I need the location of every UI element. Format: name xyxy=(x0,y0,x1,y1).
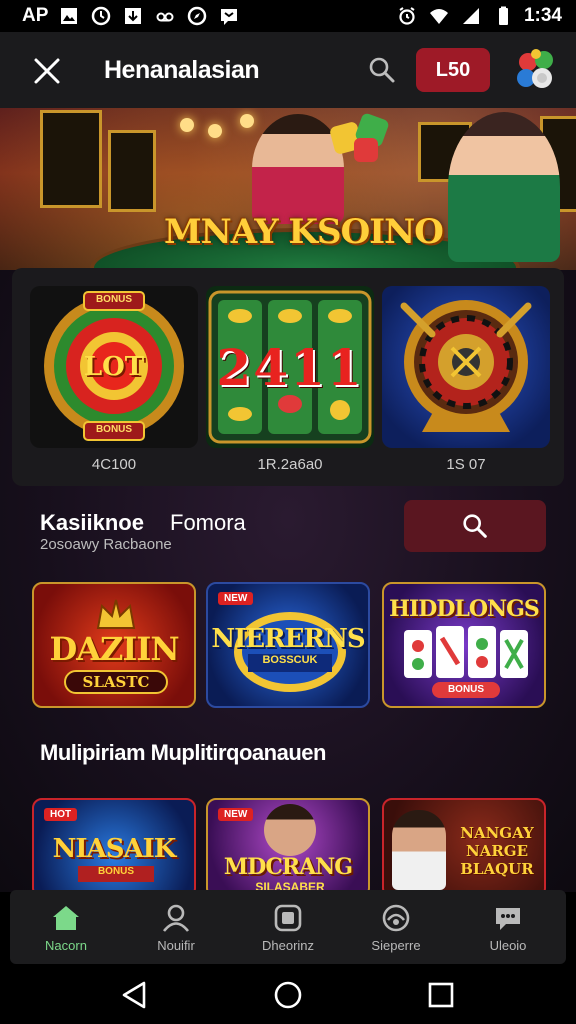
home-icon xyxy=(53,906,79,930)
roulette-wheel-icon xyxy=(400,300,532,432)
tile-title: DAZIIN xyxy=(49,630,179,668)
crown-icon xyxy=(96,599,136,629)
nav-label: Nacorn xyxy=(45,938,87,953)
tile-subtitle: SLASTC xyxy=(64,670,168,694)
recents-icon[interactable] xyxy=(426,980,456,1010)
home-circle-icon[interactable] xyxy=(273,980,303,1010)
hostess-figure xyxy=(448,112,560,262)
download-icon xyxy=(122,6,144,26)
ceiling-light xyxy=(180,118,194,132)
nav-label: Nouifir xyxy=(157,938,195,953)
tile-subtitle: BONUS xyxy=(432,682,500,698)
game-tile[interactable]: DAZIIN SLASTC xyxy=(32,582,196,708)
status-carrier: AP xyxy=(22,5,49,26)
section-title-right: Fomora xyxy=(170,510,246,535)
search-icon xyxy=(369,57,395,83)
app-header: Henanalasian L50 xyxy=(0,32,576,108)
featured-game-slots[interactable]: 2411 xyxy=(206,286,374,448)
nav-label: Dheorinz xyxy=(261,938,315,953)
featured-wheel-text: LOT xyxy=(83,352,145,382)
game-tile[interactable]: NANGAY NARGE BLAQUR xyxy=(382,798,546,898)
game-tile[interactable]: NEW MDCRANG SILASABER xyxy=(206,798,370,898)
nav-label: Sieperre xyxy=(371,938,421,953)
nav-item-games[interactable]: Dheorinz xyxy=(238,890,338,964)
status-bar: AP 1:34 xyxy=(0,0,576,32)
tile-badge: NEW xyxy=(218,592,254,605)
battery-icon xyxy=(492,6,514,26)
poker-chips-icon xyxy=(517,49,553,88)
tile-title: HIDDLONGS xyxy=(389,596,540,622)
close-icon xyxy=(34,58,60,84)
tile-badge: HOT xyxy=(44,808,78,821)
featured-reels-text: 2411 xyxy=(216,338,364,397)
nav-item-support[interactable]: Sieperre xyxy=(346,890,446,964)
games-icon xyxy=(274,904,302,932)
dice-icon xyxy=(330,113,389,162)
page-title: Henanalasian xyxy=(104,56,260,84)
nav-item-chat[interactable]: Uleoio xyxy=(458,890,558,964)
balance-button[interactable]: L50 xyxy=(416,48,490,92)
support-icon xyxy=(382,904,410,932)
section-subtitle: 2osoawy Racbaone xyxy=(40,536,172,553)
wifi-icon xyxy=(428,6,450,26)
back-icon[interactable] xyxy=(120,980,150,1010)
mahjong-tiles-icon xyxy=(404,626,528,678)
featured-badge-bottom: BONUS xyxy=(95,424,133,435)
player-portrait xyxy=(392,810,446,890)
avatar[interactable] xyxy=(514,48,556,94)
tile-title: NIERERNS xyxy=(211,624,365,654)
bottom-nav: Nacorn Nouifir Dheorinz Sieperre Uleoio xyxy=(10,890,566,964)
tile-badge: NEW xyxy=(218,808,254,821)
close-button[interactable] xyxy=(30,54,64,88)
alarm-icon xyxy=(396,6,418,26)
banner-title: MNAY KSOINO xyxy=(164,212,444,252)
game-tile[interactable]: HOT NIASAIK BONUS xyxy=(32,798,196,898)
slot-screen-left xyxy=(40,110,102,208)
nav-item-home[interactable]: Nacorn xyxy=(16,890,116,964)
section-search-button[interactable] xyxy=(404,500,546,552)
tile-title: NIASAIK xyxy=(52,834,177,864)
section-title-multiplayer: Mulipiriam Muplitirqoanauen xyxy=(40,740,326,765)
photo-icon xyxy=(58,6,80,26)
header-search-button[interactable] xyxy=(366,54,398,86)
hero-banner[interactable]: MNAY KSOINO xyxy=(0,108,576,270)
signal-icon xyxy=(460,6,482,26)
status-time: 1:34 xyxy=(523,5,562,26)
chat-icon xyxy=(496,908,520,930)
featured-game-roulette[interactable] xyxy=(382,286,550,448)
profile-icon xyxy=(162,904,190,932)
tile-subtitle: BOSSCUK xyxy=(248,654,332,672)
featured-label-2: 1R.2a6a0 xyxy=(257,456,323,473)
clock-icon xyxy=(90,6,112,26)
featured-label-3: 1S 07 xyxy=(446,456,486,473)
nav-item-profile[interactable]: Nouifir xyxy=(126,890,226,964)
slot-screen-mid xyxy=(108,130,156,212)
nav-label: Uleoio xyxy=(489,938,527,953)
system-nav-bar xyxy=(0,964,576,1024)
featured-badge-top: BONUS xyxy=(95,294,133,305)
search-icon xyxy=(463,514,487,538)
featured-game-lot[interactable]: BONUS LOT BONUS xyxy=(30,286,198,448)
featured-label-1: 4C100 xyxy=(91,456,137,473)
ceiling-light xyxy=(208,124,222,138)
tile-title: MDCRANG xyxy=(223,854,353,880)
section-title: Kasiiknoe xyxy=(40,510,144,535)
voicemail-icon xyxy=(154,6,176,26)
game-tile[interactable]: HIDDLONGS BONUS xyxy=(382,582,546,708)
tile-title: NANGAY NARGE BLAQUR xyxy=(460,824,534,878)
game-tile[interactable]: NEW NIERERNS BOSSCUK xyxy=(206,582,370,708)
host-portrait xyxy=(264,804,316,856)
message-icon xyxy=(218,6,240,26)
compass-icon xyxy=(186,6,208,26)
ceiling-light xyxy=(240,114,254,128)
tile-subtitle: BONUS xyxy=(78,866,154,882)
